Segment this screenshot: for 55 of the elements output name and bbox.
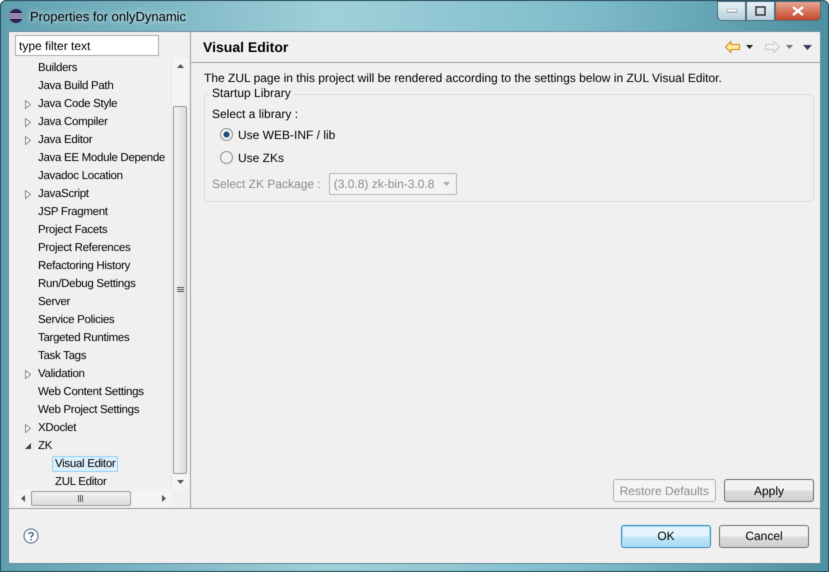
apply-button[interactable]: Apply bbox=[724, 479, 814, 502]
tree-item[interactable]: Java Editor bbox=[35, 132, 96, 148]
page-title: Visual Editor bbox=[203, 39, 290, 55]
expand-icon[interactable] bbox=[25, 190, 31, 198]
eclipse-icon bbox=[8, 8, 24, 24]
help-icon[interactable] bbox=[23, 528, 39, 544]
tree-item[interactable]: Task Tags bbox=[35, 348, 90, 364]
tree-item[interactable]: Java Build Path bbox=[35, 78, 116, 94]
tree-item[interactable]: Server bbox=[35, 294, 74, 310]
expand-icon[interactable] bbox=[25, 424, 31, 432]
collapse-icon[interactable] bbox=[25, 443, 31, 449]
tree-item[interactable]: Project References bbox=[35, 240, 134, 256]
expand-icon[interactable] bbox=[25, 370, 31, 378]
tree-item[interactable]: Service Policies bbox=[35, 312, 118, 328]
radio-label: Use ZKs bbox=[238, 150, 284, 164]
close-button[interactable] bbox=[775, 1, 821, 21]
radio-label: Use WEB-INF / lib bbox=[238, 128, 336, 142]
tree-item[interactable]: Visual Editor bbox=[52, 456, 118, 472]
tree-item[interactable]: Web Project Settings bbox=[35, 402, 142, 418]
tree-item[interactable]: Project Facets bbox=[35, 222, 110, 238]
tree-item[interactable]: JSP Fragment bbox=[35, 204, 111, 220]
tree-item[interactable]: Java Compiler bbox=[35, 114, 111, 130]
tree-item[interactable]: Java Code Style bbox=[35, 96, 120, 112]
tree-item[interactable]: Validation bbox=[35, 366, 88, 382]
tree-item[interactable]: ZK bbox=[35, 438, 56, 454]
tree-item[interactable]: Java EE Module Depende bbox=[35, 150, 168, 166]
tree-item[interactable]: Builders bbox=[35, 60, 80, 76]
maximize-button[interactable] bbox=[746, 1, 775, 21]
filter-field[interactable]: type filter text bbox=[15, 35, 159, 56]
scrollbar-thumb[interactable] bbox=[31, 491, 131, 506]
tree-item[interactable]: ZUL Editor bbox=[52, 474, 110, 490]
dropdown-icon bbox=[442, 182, 450, 186]
tree-item[interactable]: Web Content Settings bbox=[35, 384, 147, 400]
dropdown-icon[interactable] bbox=[746, 45, 753, 49]
tree-item[interactable]: XDoclet bbox=[35, 420, 80, 436]
tree-item[interactable]: Javadoc Location bbox=[35, 168, 126, 184]
tree-item[interactable]: JavaScript bbox=[35, 186, 92, 202]
cancel-button[interactable]: Cancel bbox=[719, 524, 809, 548]
close-icon bbox=[792, 6, 804, 16]
group-title: Startup Library bbox=[209, 86, 294, 100]
window-title: Properties for onlyDynamic bbox=[30, 8, 188, 24]
package-label: Select ZK Package : bbox=[212, 177, 321, 191]
radio-button[interactable] bbox=[220, 151, 233, 164]
maximize-icon bbox=[755, 6, 766, 16]
prompt-label: Select a library : bbox=[212, 107, 300, 121]
scrollbar-thumb[interactable] bbox=[173, 106, 187, 474]
minimize-button[interactable] bbox=[717, 1, 746, 21]
minimize-icon bbox=[726, 9, 736, 13]
tree-item[interactable]: Run/Debug Settings bbox=[35, 276, 139, 292]
radio-button[interactable] bbox=[220, 128, 233, 141]
ok-button[interactable]: OK bbox=[621, 524, 711, 548]
tree-item[interactable]: Targeted Runtimes bbox=[35, 330, 132, 346]
description-text: The ZUL page in this project will be rendered according to the settings below in ZUL Visual Editor. bbox=[204, 71, 723, 85]
menu-icon[interactable] bbox=[803, 44, 812, 50]
tree-item[interactable]: Refactoring History bbox=[35, 258, 134, 274]
